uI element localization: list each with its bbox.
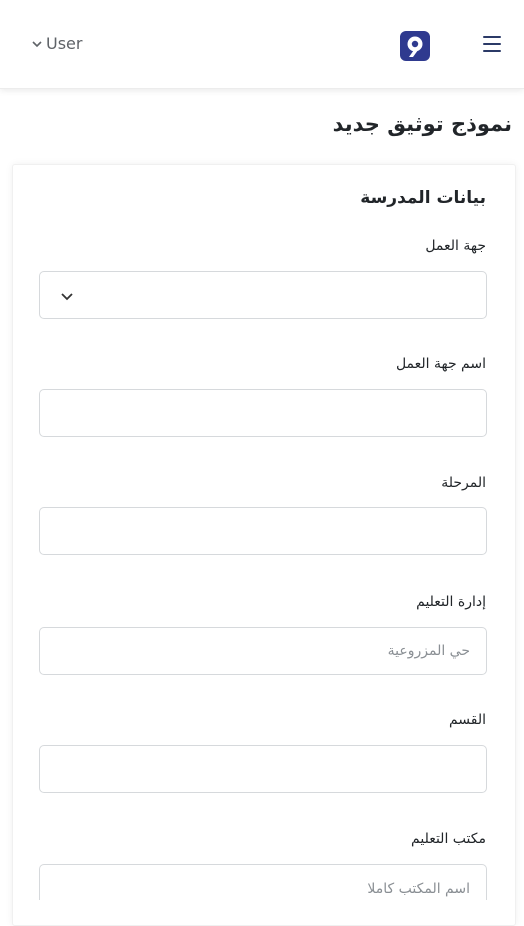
employer-name-field[interactable] [39, 389, 487, 437]
stage-field[interactable] [39, 507, 487, 555]
user-menu-label: User [46, 34, 83, 53]
user-menu[interactable]: User [32, 34, 82, 53]
education-office-label: مكتب التعليم [411, 831, 486, 847]
employer-name-input[interactable] [40, 390, 486, 436]
employer-name-label: اسم جهة العمل [395, 356, 486, 372]
section-title: بيانات المدرسة [360, 188, 486, 208]
education-office-field[interactable] [39, 864, 487, 913]
education-admin-input[interactable] [40, 628, 486, 674]
chevron-down-icon [32, 40, 42, 47]
hamburger-menu-icon[interactable] [483, 36, 501, 52]
top-navbar: User [0, 0, 524, 89]
education-office-input[interactable] [40, 865, 486, 913]
app-logo-icon[interactable] [400, 31, 430, 61]
department-label: القسم [448, 712, 486, 728]
employer-label: جهة العمل [425, 238, 486, 254]
stage-label: المرحلة [441, 475, 486, 491]
department-input[interactable] [40, 746, 486, 792]
employer-select[interactable] [39, 271, 487, 319]
chevron-down-icon [61, 293, 73, 301]
education-admin-label: إدارة التعليم [416, 594, 486, 610]
page-title: نموذج توثيق جديد [332, 112, 512, 136]
stage-input[interactable] [40, 508, 486, 554]
education-admin-field[interactable] [39, 627, 487, 675]
department-field[interactable] [39, 745, 487, 793]
